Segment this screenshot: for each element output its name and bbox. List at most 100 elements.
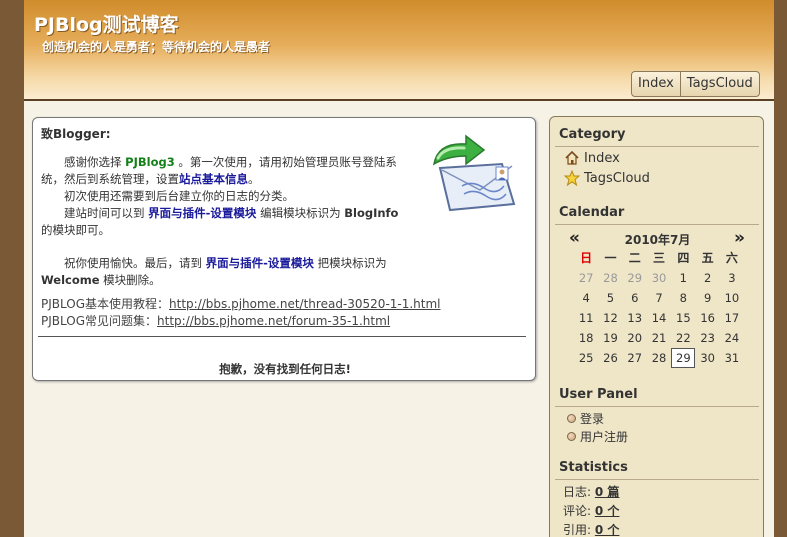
category-divider <box>555 146 759 147</box>
p1-pre: 感谢你选择 <box>64 155 126 169</box>
p3-mid: 编辑模块标识为 <box>256 206 345 220</box>
stat-trackbacks: 引用: 0 个 <box>563 521 619 537</box>
category-title: Category <box>559 127 626 142</box>
user-panel-title: User Panel <box>559 387 638 402</box>
p4-mid: 把模块标识为 <box>313 256 387 270</box>
calendar-day: 29 <box>671 348 696 368</box>
calendar-day: 21 <box>651 331 667 345</box>
login-label: 登录 <box>580 412 605 426</box>
star-icon <box>564 170 580 186</box>
p1-end: 。 <box>248 172 260 186</box>
calendar-day: 1 <box>679 271 687 285</box>
stat-logs-label: 日志: <box>563 485 592 499</box>
calendar-day: 16 <box>700 311 715 325</box>
calendar-day: 7 <box>655 291 663 305</box>
calendar-day: 31 <box>724 351 740 365</box>
statistics-divider <box>555 479 759 480</box>
calendar-day: 27 <box>627 351 643 365</box>
calendar-day: 15 <box>676 311 691 325</box>
category-item-index[interactable]: Index <box>564 150 620 166</box>
calendar-day: 28 <box>651 351 667 365</box>
tutorial-link[interactable]: http://bbs.pjhome.net/thread-30520-1-1.h… <box>169 297 441 311</box>
calendar-next-button[interactable]: » <box>734 228 745 248</box>
register-link[interactable]: 用户注册 <box>567 428 628 445</box>
blog-title[interactable]: PJBlog测试博客 <box>34 10 179 37</box>
module-settings-link-2[interactable]: 界面与插件-设置模块 <box>206 256 314 270</box>
faq-label: PJBLOG常见问题集： <box>41 314 158 328</box>
calendar-weekday: 一 <box>604 251 617 265</box>
calendar-day: 28 <box>603 271 618 285</box>
faq-link[interactable]: http://bbs.pjhome.net/forum-35-1.html <box>157 314 390 328</box>
p3-pre: 建站时间可以到 <box>64 206 149 220</box>
calendar-weekday: 五 <box>701 251 714 265</box>
register-label: 用户注册 <box>580 430 629 444</box>
top-nav: Index TagsCloud <box>631 71 760 97</box>
p4-end: 模块删除。 <box>99 273 161 287</box>
divider <box>38 336 526 337</box>
module-settings-link[interactable]: 界面与插件-设置模块 <box>148 206 256 220</box>
site-info-link[interactable]: 站点基本信息 <box>179 172 248 186</box>
login-link[interactable]: 登录 <box>567 410 604 427</box>
category-item-tagscloud[interactable]: TagsCloud <box>564 170 650 186</box>
calendar-day: 9 <box>703 291 712 305</box>
stat-logs-value[interactable]: 0 篇 <box>595 485 620 499</box>
paragraph-4: 祝你使用愉快。最后，请到 界面与插件-设置模块 把模块标识为 Welcome 模… <box>41 255 419 289</box>
calendar-grid: 日一二三四五六 27 28 29 30 1 2 3 4 5 6 7 8 9 10 11 12 13 14 15 16 17… <box>574 248 744 368</box>
paragraph-2: 初次使用还需要到后台建立你的日志的分类。 <box>64 189 294 203</box>
blog-subtitle: 创造机会的人是勇者；等待机会的人是愚者 <box>42 40 271 54</box>
calendar-title: Calendar <box>559 205 625 220</box>
category-label-index: Index <box>584 150 620 166</box>
faq-line: PJBLOG常见问题集：http://bbs.pjhome.net/forum-… <box>41 313 521 330</box>
nav-tagscloud[interactable]: TagsCloud <box>681 72 759 96</box>
welcome-message: 致Blogger: 感谢你选择 PJBlog3 。第一次使用，请用初始管理员账号… <box>41 126 419 289</box>
nav-index[interactable]: Index <box>632 72 681 96</box>
calendar-day: 13 <box>627 311 643 325</box>
calendar-month: 2010年7月 <box>624 233 691 247</box>
calendar-divider <box>555 224 759 225</box>
calendar-day: 25 <box>578 351 594 365</box>
calendar-weekday: 二 <box>628 251 641 265</box>
calendar-day: 12 <box>603 311 618 325</box>
stat-comments-value[interactable]: 0 个 <box>595 504 620 518</box>
blog-header: PJBlog测试博客 创造机会的人是勇者；等待机会的人是愚者 Index Tag… <box>24 0 774 101</box>
calendar-day: 29 <box>627 271 643 285</box>
calendar-weekday: 四 <box>677 251 690 265</box>
category-label-tagscloud: TagsCloud <box>584 170 650 186</box>
paragraph-1: 感谢你选择 PJBlog3 。第一次使用，请用初始管理员账号登陆系统，然后到系统… <box>41 154 419 188</box>
calendar-day: 23 <box>700 331 715 345</box>
calendar-day: 30 <box>651 271 667 285</box>
calendar-day: 22 <box>676 331 691 345</box>
calendar-day: 18 <box>578 331 594 345</box>
page: PJBlog测试博客 创造机会的人是勇者；等待机会的人是愚者 Index Tag… <box>24 0 774 537</box>
calendar-day: 26 <box>603 351 618 365</box>
help-links: PJBLOG基本使用教程：http://bbs.pjhome.net/threa… <box>41 296 521 330</box>
tutorial-label: PJBLOG基本使用教程： <box>41 297 170 311</box>
calendar-day: 3 <box>728 271 736 285</box>
calendar-weekday: 六 <box>725 251 738 265</box>
calendar-day: 11 <box>578 311 594 325</box>
sidebar: Category Index TagsCloud Calendar « 2010… <box>549 116 764 537</box>
tutorial-line: PJBLOG基本使用教程：http://bbs.pjhome.net/threa… <box>41 296 521 313</box>
home-icon <box>565 150 579 165</box>
stat-trackbacks-value[interactable]: 0 个 <box>595 523 620 537</box>
stat-comments-label: 评论: <box>563 504 592 518</box>
calendar-day: 6 <box>631 291 639 305</box>
greeting: 致Blogger: <box>41 127 111 141</box>
calendar-day: 27 <box>578 271 594 285</box>
paragraph-3-end: 的模块即可。 <box>41 223 110 237</box>
brand-name: PJBlog3 <box>125 155 175 169</box>
calendar-day: 17 <box>724 311 740 325</box>
paragraph-3: 建站时间可以到 界面与插件-设置模块 编辑模块标识为 BlogInfo <box>41 205 419 222</box>
calendar-weekday: 日 <box>580 251 593 265</box>
stat-trackbacks-label: 引用: <box>563 523 592 537</box>
calendar-day: 2 <box>703 271 712 285</box>
calendar-day: 5 <box>606 291 615 305</box>
statistics-title: Statistics <box>559 460 628 475</box>
bullet-icon <box>567 414 576 423</box>
no-logs-message: 抱歉，没有找到任何日志! <box>219 362 351 376</box>
calendar-day: 30 <box>700 351 715 365</box>
stat-comments: 评论: 0 个 <box>563 502 619 519</box>
welcome-code: Welcome <box>41 273 100 287</box>
calendar-day: 24 <box>724 331 740 345</box>
mail-icon <box>432 134 516 212</box>
